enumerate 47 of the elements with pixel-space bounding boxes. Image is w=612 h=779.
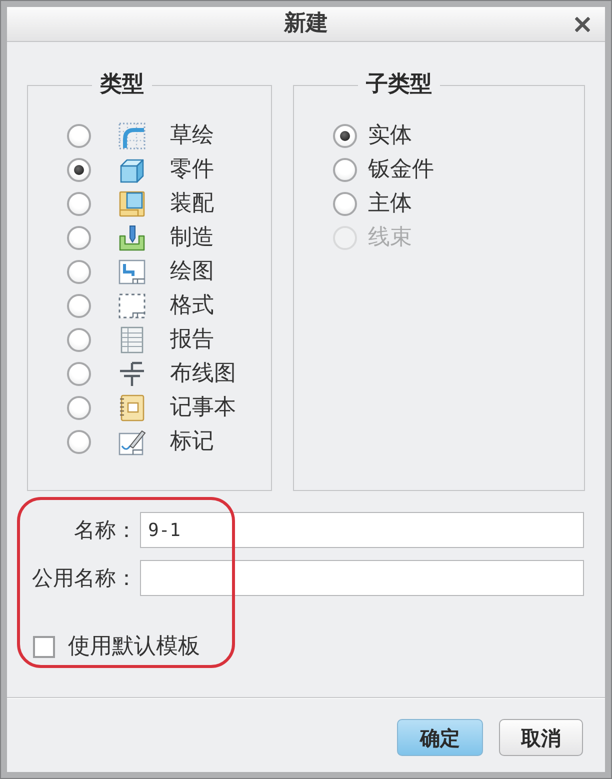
drawing-sheet-icon (118, 258, 146, 286)
sketch-grid-icon (118, 122, 146, 150)
radio-label[interactable]: 绘图 (170, 258, 214, 286)
radio-label[interactable]: 主体 (368, 190, 412, 218)
radio-label[interactable]: 钣金件 (368, 156, 434, 184)
radio-button[interactable] (333, 158, 357, 182)
cancel-button[interactable]: 取消 (499, 719, 583, 756)
field-label: 公用名称： (31, 565, 138, 592)
radio-label[interactable]: 格式 (170, 292, 214, 320)
notebook-icon (118, 394, 146, 422)
field-label: 名称： (73, 517, 138, 544)
radio-button[interactable] (67, 226, 91, 250)
radio-button[interactable] (67, 328, 91, 352)
drill-tray-icon (118, 224, 146, 252)
radio-button[interactable] (67, 294, 91, 318)
box-cube-icon (118, 190, 146, 218)
group-title: 子类型 (365, 73, 433, 97)
radio-label[interactable]: 装配 (170, 190, 214, 218)
radio-button[interactable] (67, 430, 91, 454)
radio-button[interactable] (67, 158, 91, 182)
window-title: 新建 (284, 10, 328, 38)
radio-label[interactable]: 布线图 (170, 360, 236, 388)
group-title: 类型 (98, 73, 145, 97)
ground-symbol-icon (118, 360, 146, 388)
close-icon[interactable] (575, 16, 590, 32)
dashed-sheet-icon (118, 292, 146, 320)
sheet-pen-icon (118, 428, 146, 456)
confirm-button[interactable]: 确定 (397, 719, 483, 756)
radio-button[interactable] (333, 124, 357, 148)
radio-button[interactable] (67, 124, 91, 148)
radio-label[interactable]: 报告 (170, 326, 214, 354)
text-field[interactable]: 9-1 (140, 512, 584, 548)
radio-label[interactable]: 制造 (170, 224, 214, 252)
radio-label[interactable]: 实体 (368, 122, 412, 150)
radio-label[interactable]: 标记 (170, 428, 214, 456)
radio-button[interactable] (67, 362, 91, 386)
radio-button[interactable] (333, 192, 357, 216)
table-sheet-icon (118, 326, 146, 354)
radio-button[interactable] (67, 192, 91, 216)
radio-label[interactable]: 记事本 (170, 394, 236, 422)
checkbox[interactable] (33, 636, 55, 658)
radio-button[interactable] (67, 396, 91, 420)
radio-label[interactable]: 草绘 (170, 122, 214, 150)
text-field[interactable] (140, 560, 584, 596)
checkbox-label[interactable]: 使用默认模板 (68, 633, 200, 661)
radio-label[interactable]: 零件 (170, 156, 214, 184)
radio-button[interactable] (67, 260, 91, 284)
